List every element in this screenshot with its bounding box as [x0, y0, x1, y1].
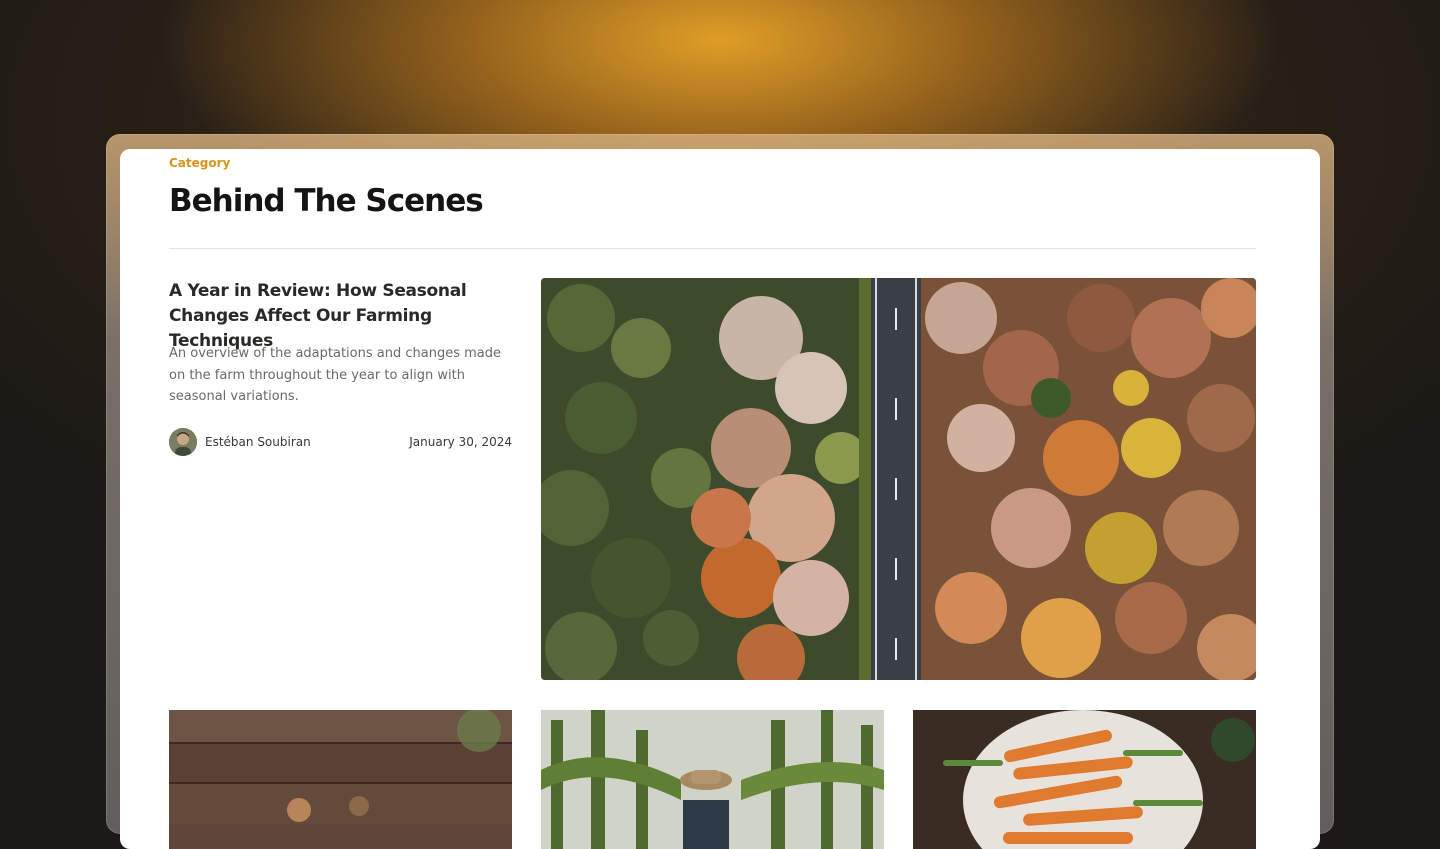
post-date: January 30, 2024	[409, 435, 512, 449]
author-avatar[interactable]	[169, 428, 197, 456]
author-row: Estéban Soubiran January 30, 2024	[169, 428, 512, 458]
page-title: Behind The Scenes	[169, 183, 484, 219]
category-label[interactable]: Category	[169, 156, 230, 170]
thumbnail-wood-table[interactable]	[169, 710, 512, 849]
divider	[169, 248, 1256, 249]
thumbnail-corn-field[interactable]	[541, 710, 884, 849]
featured-image-aerial-forest-road[interactable]	[541, 278, 1256, 680]
featured-post-description: An overview of the adaptations and chang…	[169, 346, 501, 404]
author-name[interactable]: Estéban Soubiran	[205, 435, 311, 449]
thumbnail-carrots[interactable]	[913, 710, 1256, 849]
content-card: Category Behind The Scenes A Year in Rev…	[120, 149, 1320, 849]
